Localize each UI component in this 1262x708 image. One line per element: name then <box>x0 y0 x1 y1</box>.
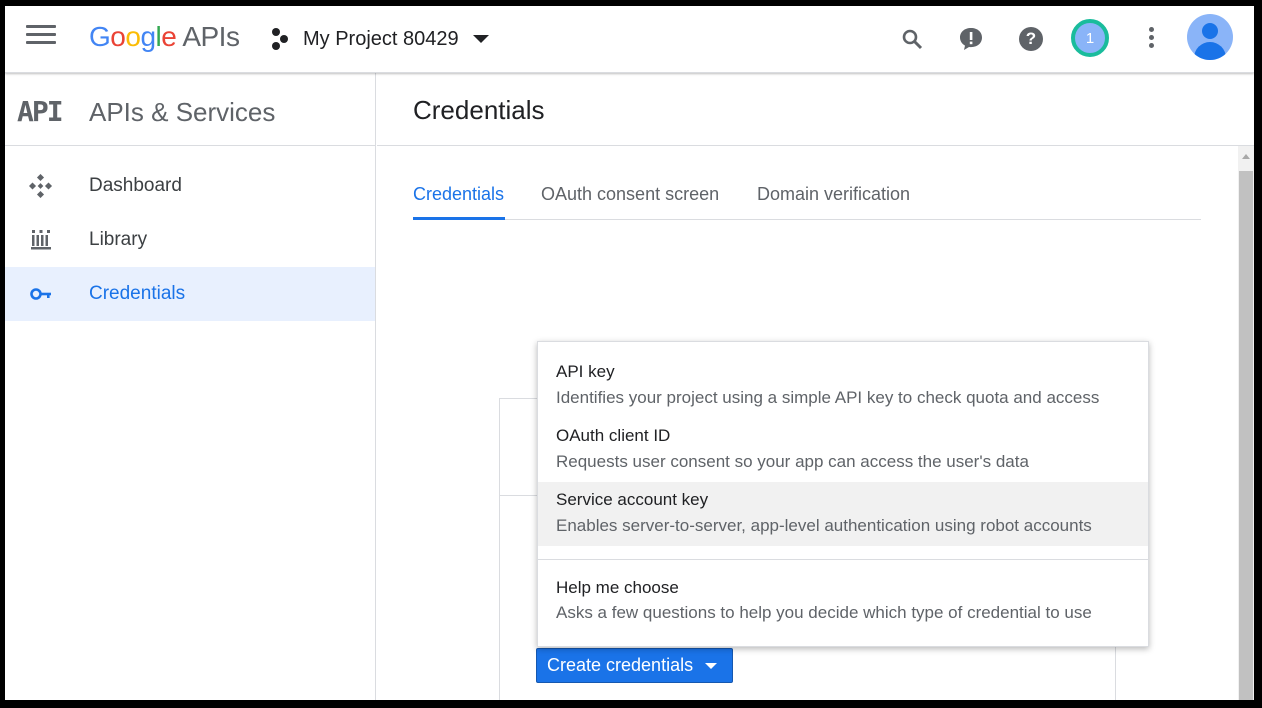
sidebar-title: APIs & Services <box>89 97 276 127</box>
menu-item-title: API key <box>556 362 615 381</box>
menu-item-oauth-client-id[interactable]: OAuth client ID Requests user consent so… <box>538 406 1148 471</box>
more-vert-icon[interactable] <box>1146 27 1156 51</box>
menu-item-description: Asks a few questions to help you decide … <box>556 603 1092 622</box>
logo-letter: G <box>89 21 111 52</box>
logo-letter: e <box>161 21 177 52</box>
sidebar-item-label: Dashboard <box>89 175 182 196</box>
left-sidebar: API APIs & Services Dashboard Library Cr… <box>5 73 376 700</box>
project-selector[interactable]: My Project 80429 <box>271 23 489 55</box>
create-credentials-button[interactable]: Create credentials <box>536 648 733 683</box>
dashboard-icon <box>28 173 53 199</box>
sidebar-item-credentials[interactable]: Credentials <box>5 267 375 321</box>
account-avatar[interactable] <box>1187 14 1233 60</box>
sidebar-item-dashboard[interactable]: Dashboard <box>5 159 375 213</box>
menu-item-description: Requests user consent so your app can ac… <box>556 452 1029 471</box>
create-credentials-label: Create credentials <box>547 655 694 675</box>
project-hexagon-icon <box>271 28 293 50</box>
logo-letter: g <box>140 21 156 52</box>
top-app-bar: Google APIs My Project 80429 ? 1 <box>5 6 1254 73</box>
menu-divider <box>538 559 1148 560</box>
menu-item-description: Identifies your project using a simple A… <box>556 388 1100 407</box>
project-name: My Project 80429 <box>303 27 459 50</box>
page-title: Credentials <box>413 95 545 125</box>
logo-letter: o <box>125 21 141 52</box>
sidebar-item-library[interactable]: Library <box>5 213 375 267</box>
library-icon <box>29 228 53 252</box>
menu-item-description: Enables server-to-server, app-level auth… <box>556 516 1092 535</box>
api-logo-icon: API <box>17 95 64 128</box>
tab-oauth-consent-screen[interactable]: OAuth consent screen <box>541 184 719 205</box>
create-credentials-menu: API key Identifies your project using a … <box>537 341 1149 647</box>
menu-item-title: OAuth client ID <box>556 426 671 445</box>
tab-credentials[interactable]: Credentials <box>413 184 504 205</box>
menu-item-title: Service account key <box>556 490 709 509</box>
sidebar-header: API APIs & Services <box>5 73 375 146</box>
chevron-down-icon <box>472 35 489 43</box>
scrollbar-thumb[interactable] <box>1239 171 1253 700</box>
tab-bar: Credentials OAuth consent screen Domain … <box>413 176 1201 220</box>
google-apis-logo[interactable]: Google APIs <box>89 21 240 53</box>
active-tab-indicator <box>413 217 505 220</box>
sidebar-item-label: Library <box>89 229 148 250</box>
feedback-icon[interactable] <box>955 23 987 55</box>
help-glyph: ? <box>1019 27 1043 51</box>
vertical-scrollbar[interactable] <box>1238 146 1254 700</box>
scroll-up-arrow-icon[interactable] <box>1242 154 1250 159</box>
sidebar-item-label: Credentials <box>89 283 186 304</box>
app-window: Google APIs My Project 80429 ? 1 API APIs… <box>5 6 1254 700</box>
dropdown-arrow-icon <box>705 662 718 669</box>
help-icon[interactable]: ? <box>1015 23 1047 55</box>
logo-suffix: APIs <box>182 21 240 52</box>
key-icon <box>29 282 53 306</box>
search-icon[interactable] <box>896 23 928 55</box>
menu-item-service-account-key[interactable]: Service account key Enables server-to-se… <box>538 482 1148 546</box>
notifications-badge[interactable]: 1 <box>1071 19 1109 57</box>
menu-item-api-key[interactable]: API key Identifies your project using a … <box>538 342 1148 407</box>
menu-item-help-me-choose[interactable]: Help me choose Asks a few questions to h… <box>538 570 1148 634</box>
page-header: Credentials <box>377 73 1254 146</box>
logo-letter: o <box>110 21 126 52</box>
menu-item-title: Help me choose <box>556 578 679 597</box>
hamburger-menu-icon[interactable] <box>26 25 56 51</box>
tab-domain-verification[interactable]: Domain verification <box>757 184 910 205</box>
